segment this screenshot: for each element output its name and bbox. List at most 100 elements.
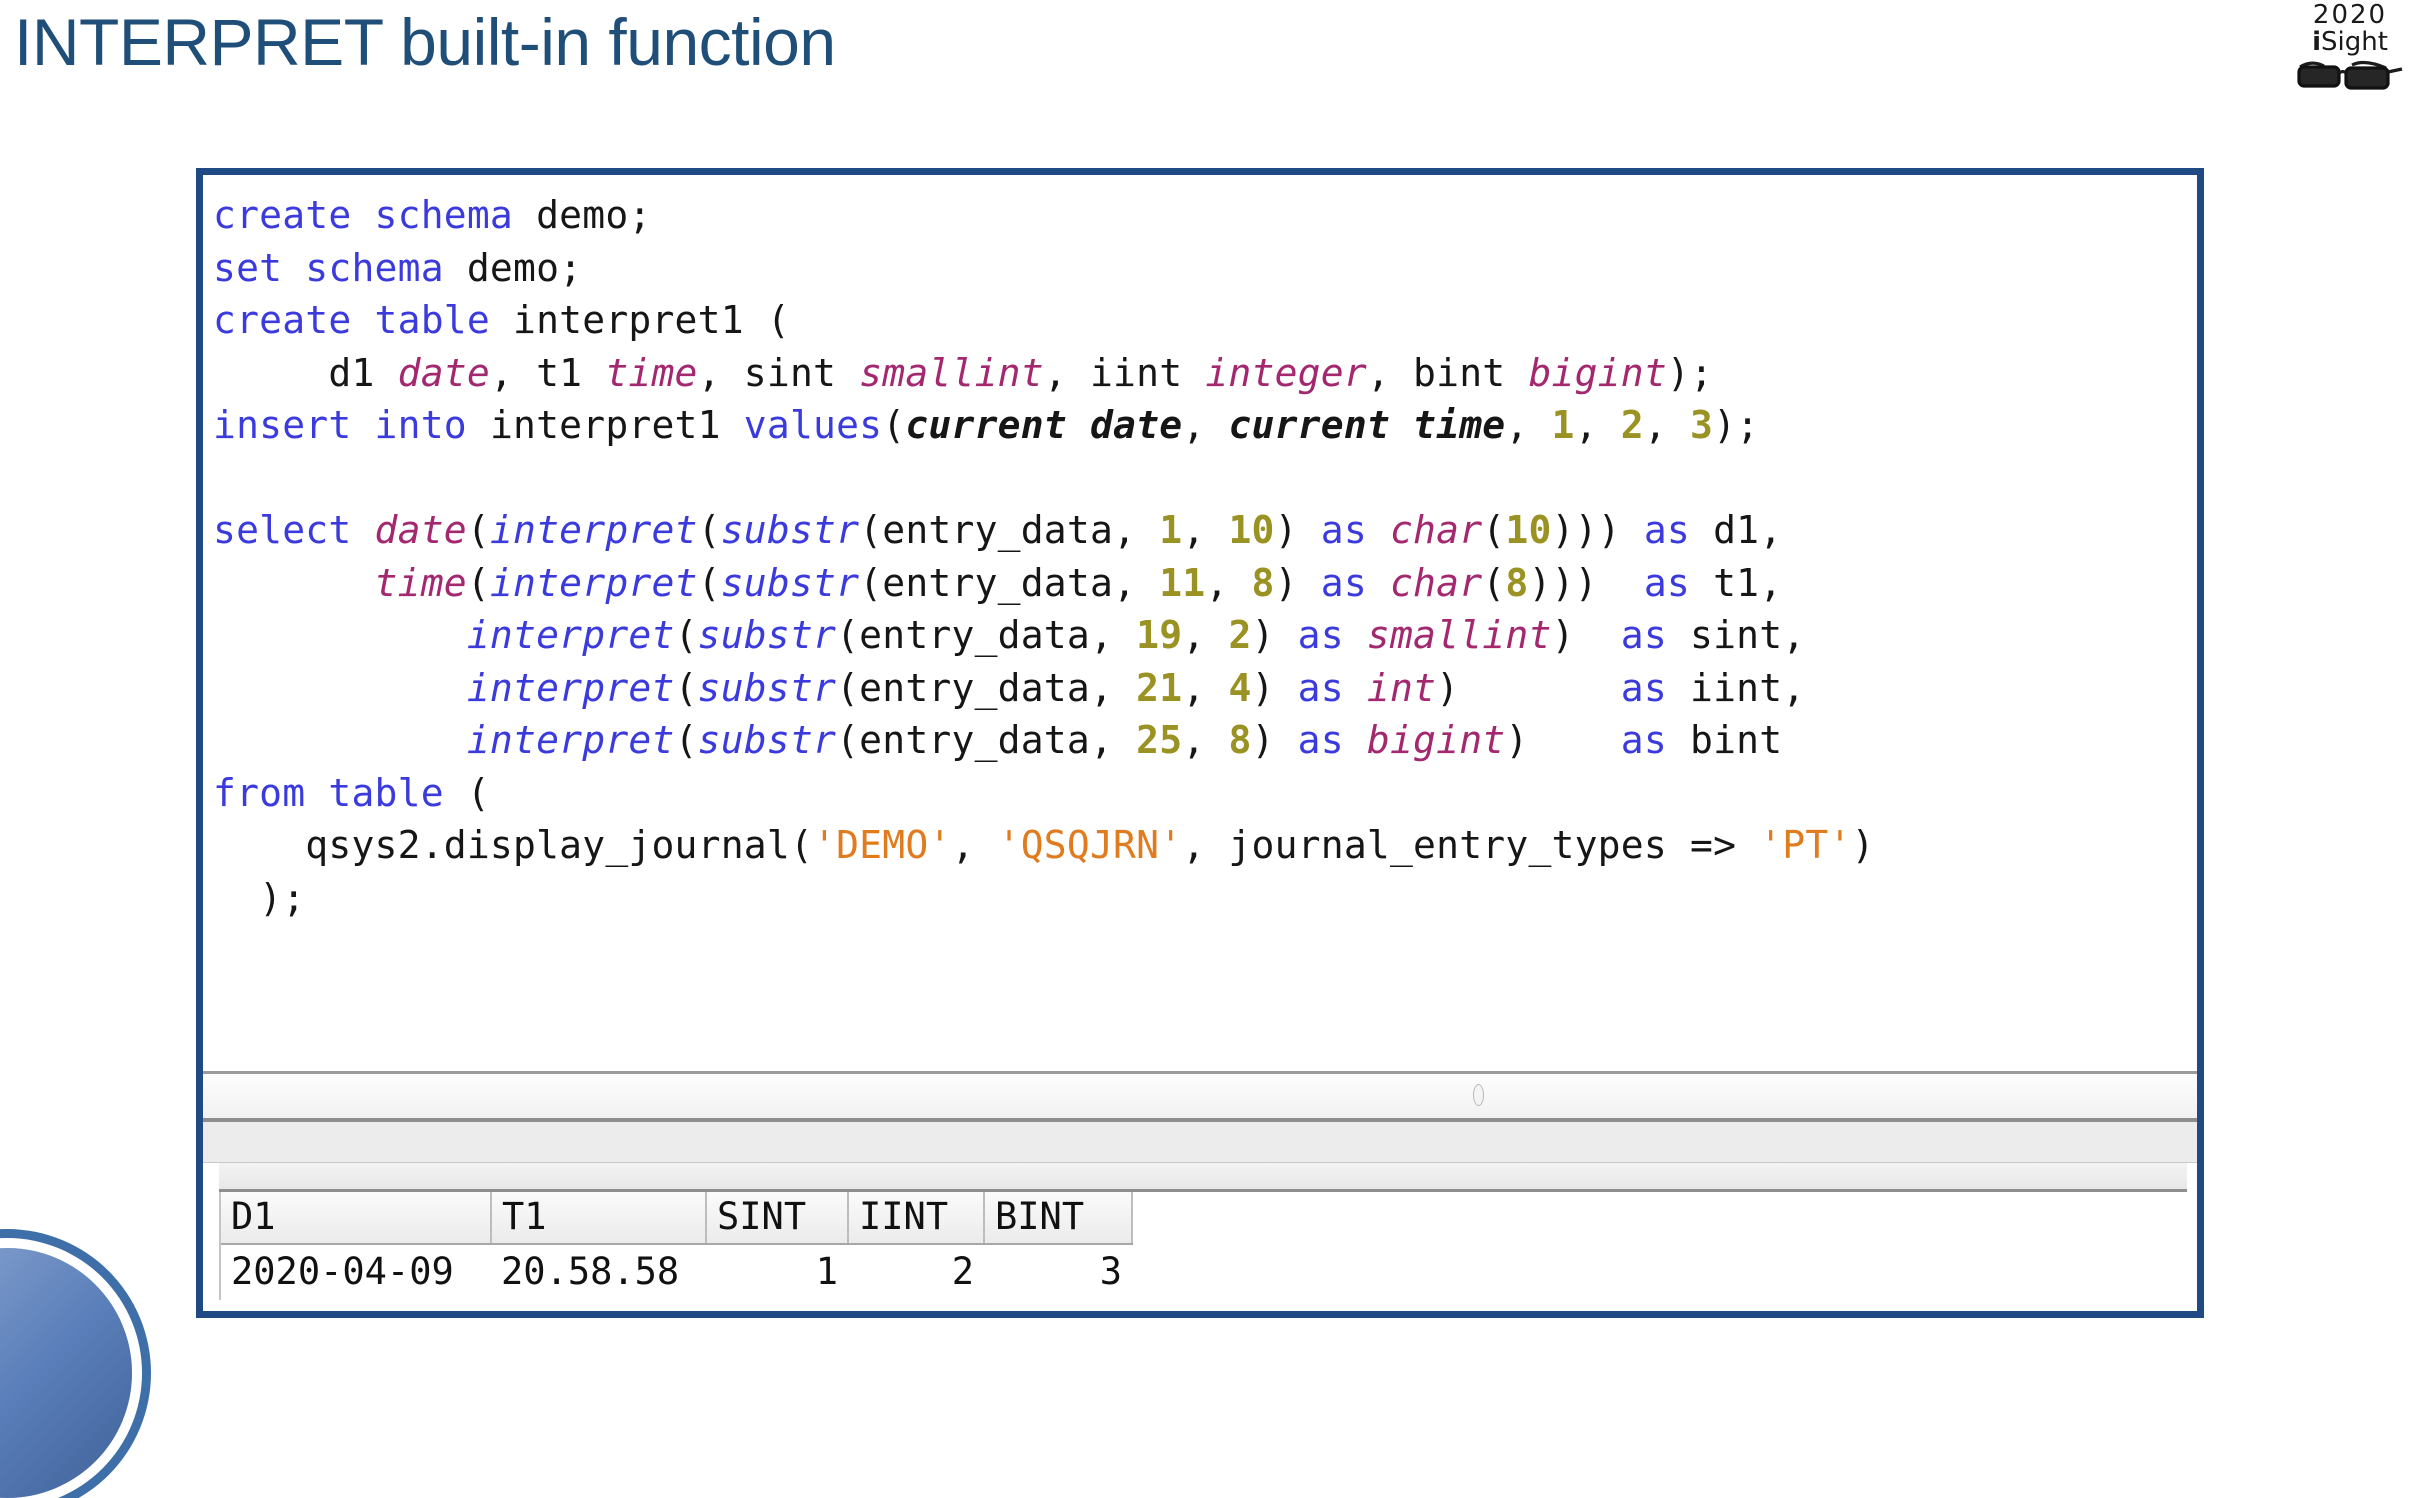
code-token-fn: interpret	[466, 613, 675, 657]
results-toolstrip	[219, 1163, 2187, 1192]
code-token-pln: , bint	[1366, 350, 1529, 395]
column-header-t1[interactable]: T1	[491, 1192, 707, 1245]
table-row[interactable]: 2020-04-09 20.58.58 1 2 3	[221, 1244, 1132, 1300]
pane-splitter[interactable]	[203, 1118, 2197, 1163]
code-token-pln: (entry_data,	[836, 665, 1137, 710]
code-token-kw: insert into	[213, 403, 490, 447]
logo-i: i	[2312, 27, 2321, 57]
results-table: D1 T1 SINT IINT BINT 2020-04-09 20.58.58…	[221, 1192, 1133, 1300]
code-token-typ: int	[1366, 665, 1437, 710]
code-token-pln	[213, 666, 467, 710]
code-token-kw: as	[1620, 665, 1690, 710]
logo-sight: Sight	[2321, 27, 2388, 57]
code-token-num: 10	[1228, 508, 1275, 552]
code-token-num: 19	[1136, 613, 1183, 657]
logo-year: 2020	[2312, 0, 2388, 30]
code-token-fn: substr	[697, 665, 837, 710]
sql-editor-pane[interactable]: create schema demo; set schema demo; creat…	[203, 175, 2197, 1071]
code-token-pln: (	[882, 403, 906, 447]
code-token-num: 8	[1228, 718, 1252, 762]
code-token-typ: integer	[1205, 350, 1367, 395]
code-token-pln: ,	[1505, 403, 1552, 447]
code-token-num: 11	[1159, 560, 1206, 605]
code-token-pln: (	[1482, 560, 1506, 605]
code-line: create table interpret1 (	[213, 294, 2197, 347]
cell-sint: 1	[815, 1250, 838, 1293]
code-token-pln: (	[674, 718, 698, 762]
cell-bint: 3	[1099, 1250, 1122, 1293]
code-token-num: 1	[1551, 403, 1575, 447]
column-header-sint[interactable]: SINT	[706, 1192, 849, 1245]
code-line: time(interpret(substr(entry_data, 11, 8)…	[213, 557, 2197, 610]
code-token-pln: )))	[1551, 508, 1644, 552]
code-line: select date(interpret(substr(entry_data,…	[213, 504, 2197, 557]
code-token-pln: ,	[1182, 403, 1229, 447]
code-token-kw: from table	[213, 770, 467, 815]
cell-t1: 20.58.58	[501, 1250, 680, 1293]
code-token-pln: );	[1713, 403, 1760, 447]
results-pane: D1 T1 SINT IINT BINT 2020-04-09 20.58.58…	[203, 1163, 2197, 1311]
results-table-wrap: D1 T1 SINT IINT BINT 2020-04-09 20.58.58…	[219, 1192, 2197, 1300]
code-token-pln: (	[674, 613, 698, 657]
code-token-pln: )	[1251, 613, 1298, 657]
code-token-fn: interpret	[466, 665, 675, 710]
cell-d1: 2020-04-09	[231, 1250, 454, 1293]
code-token-pln: (entry_data,	[836, 613, 1137, 657]
code-token-pln: (entry_data,	[859, 560, 1160, 605]
code-token-kw: values	[743, 403, 883, 447]
code-token-pln: (	[697, 560, 721, 605]
code-token-pln: ,	[1574, 403, 1621, 447]
code-token-typ: date	[374, 508, 467, 552]
code-line: );	[213, 872, 2197, 925]
code-token-pln: (	[466, 508, 490, 552]
code-token-fn: interpret	[489, 560, 698, 605]
sql-code[interactable]: create schema demo; set schema demo; creat…	[203, 175, 2197, 924]
scrollbar-thumb[interactable]	[1473, 1084, 1484, 1106]
code-line: d1 date, t1 time, sint smallint, iint in…	[213, 347, 2197, 400]
code-token-pln	[213, 561, 375, 605]
code-line: interpret(substr(entry_data, 19, 2) as s…	[213, 609, 2197, 662]
code-token-pln: interpret1	[489, 403, 744, 447]
code-token-pln: )))	[1528, 560, 1644, 605]
code-token-pln: (	[697, 508, 721, 552]
column-header-bint[interactable]: BINT	[984, 1192, 1133, 1245]
code-token-spc: current date	[905, 403, 1183, 447]
code-token-kw: as	[1297, 665, 1367, 710]
code-token-pln: sint,	[1690, 613, 1806, 657]
code-token-pln: d1,	[1713, 508, 1783, 552]
code-token-pln: (	[466, 770, 490, 815]
code-token-pln: ,	[1182, 718, 1229, 762]
code-token-num: 8	[1505, 560, 1529, 605]
code-token-typ: time	[605, 350, 698, 395]
code-token-fn: interpret	[489, 508, 698, 552]
code-token-num: 4	[1228, 665, 1252, 710]
code-token-kw: as	[1620, 613, 1690, 657]
code-token-pln: )	[1436, 665, 1621, 710]
code-token-pln: ,	[1182, 665, 1229, 710]
code-token-pln: ,	[951, 823, 998, 867]
code-token-kw: set schema	[213, 245, 467, 290]
editor-horizontal-scrollbar[interactable]	[203, 1071, 2197, 1118]
code-token-pln: )	[1851, 823, 1875, 867]
code-token-kw: as	[1643, 560, 1714, 605]
code-token-str: 'QSQJRN'	[997, 823, 1183, 867]
code-token-num: 2	[1228, 613, 1252, 657]
code-token-pln: (entry_data,	[859, 508, 1160, 552]
cell-iint: 2	[951, 1250, 974, 1293]
code-token-pln: , iint	[1043, 350, 1206, 395]
code-token-pln: ,	[1182, 613, 1229, 657]
code-token-pln: demo;	[466, 245, 583, 290]
code-token-num: 8	[1251, 560, 1275, 605]
code-token-pln: )	[1274, 560, 1321, 605]
code-token-fn: substr	[697, 613, 837, 657]
column-header-iint[interactable]: IINT	[848, 1192, 985, 1245]
code-token-str: 'PT'	[1759, 823, 1852, 867]
code-token-pln: )	[1505, 718, 1621, 762]
code-token-kw: as	[1297, 613, 1367, 657]
code-token-pln: iint,	[1690, 665, 1806, 710]
glasses-icon	[2285, 58, 2415, 92]
code-token-typ: bigint	[1528, 350, 1667, 395]
code-token-num: 10	[1505, 508, 1552, 552]
column-header-d1[interactable]: D1	[221, 1192, 492, 1245]
code-token-typ: char	[1389, 508, 1483, 552]
